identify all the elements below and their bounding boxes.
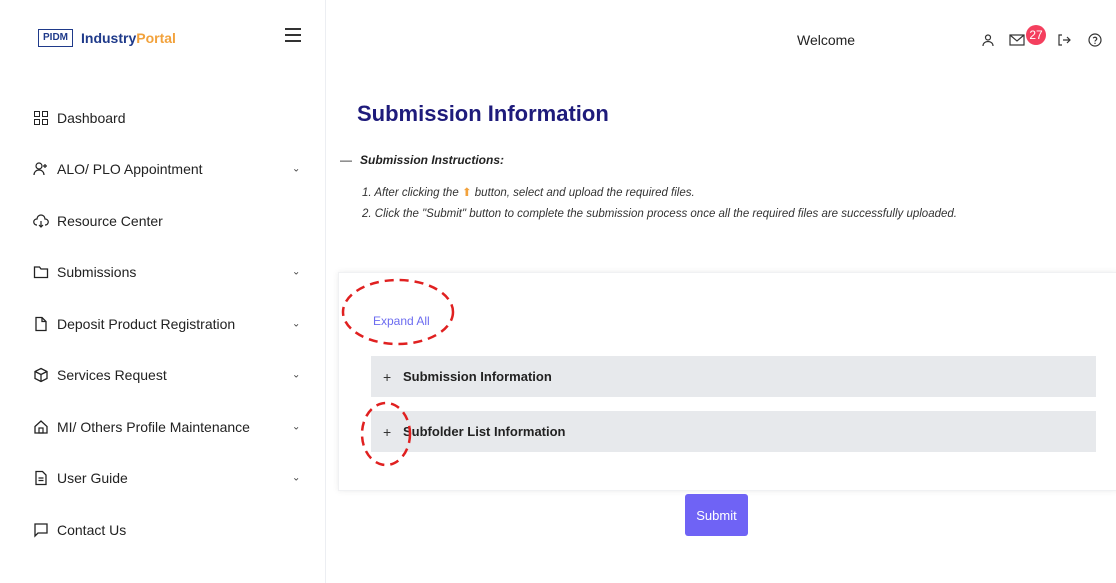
sidebar: PIDM IndustryPortal Dashboard ALO/ PLO A…: [0, 0, 326, 583]
collapse-icon[interactable]: —: [340, 153, 354, 167]
sidebar-item-submissions[interactable]: Submissions ⌄: [0, 247, 326, 299]
panel-label: Submission Information: [403, 369, 552, 384]
welcome-text: Welcome: [797, 32, 856, 48]
main-content: Submission Information — Submission Inst…: [327, 80, 1116, 583]
page-title: Submission Information: [357, 101, 609, 126]
chevron-down-icon[interactable]: ⌄: [292, 267, 300, 278]
chevron-down-icon[interactable]: ⌄: [292, 164, 300, 175]
sidebar-item-deposit-product-registration[interactable]: Deposit Product Registration ⌄: [0, 298, 326, 350]
top-header: Welcome 27: [327, 0, 1116, 80]
user-icon[interactable]: [980, 32, 996, 48]
help-icon[interactable]: [1087, 32, 1103, 48]
sidebar-item-mi-others-profile-maintenance[interactable]: MI/ Others Profile Maintenance ⌄: [0, 401, 326, 453]
logo-row: PIDM IndustryPortal: [0, 0, 326, 80]
sidebar-item-label: MI/ Others Profile Maintenance: [57, 418, 250, 435]
sidebar-item-services-request[interactable]: Services Request ⌄: [0, 350, 326, 402]
logo-text-primary: Industry: [81, 30, 137, 46]
logo-text: IndustryPortal: [81, 30, 176, 46]
sidebar-item-label: User Guide: [57, 470, 128, 487]
logo-box: PIDM: [38, 29, 73, 47]
panel-label: Subfolder List Information: [403, 424, 566, 439]
panel-subfolder-list-information[interactable]: + Subfolder List Information: [371, 411, 1096, 452]
plus-icon[interactable]: +: [383, 424, 403, 440]
message-icon: [33, 522, 49, 538]
sidebar-item-dashboard[interactable]: Dashboard: [0, 92, 326, 144]
sidebar-nav: Dashboard ALO/ PLO Appointment ⌄ Resourc…: [0, 92, 326, 556]
box-icon: [33, 367, 49, 383]
folder-icon: [33, 264, 49, 280]
sidebar-item-label: Dashboard: [57, 109, 126, 126]
instruction-1-post: button, select and upload the required f…: [474, 187, 695, 199]
file-icon: [33, 316, 49, 332]
chevron-down-icon[interactable]: ⌄: [292, 318, 300, 329]
sidebar-item-label: Deposit Product Registration: [57, 315, 236, 332]
panel-submission-information[interactable]: + Submission Information: [371, 356, 1096, 397]
cloud-download-icon: [33, 213, 49, 229]
sidebar-item-alo-plo-appointment[interactable]: ALO/ PLO Appointment ⌄: [0, 144, 326, 196]
sidebar-item-contact-us[interactable]: Contact Us: [0, 504, 326, 556]
logo-text-accent: Portal: [136, 30, 176, 46]
notification-badge: 27: [1026, 25, 1046, 45]
plus-icon[interactable]: +: [383, 369, 403, 385]
sidebar-item-label: Contact Us: [57, 521, 127, 538]
submit-button[interactable]: Submit: [685, 494, 748, 536]
sidebar-item-label: Resource Center: [57, 212, 163, 229]
chevron-down-icon[interactable]: ⌄: [292, 421, 300, 432]
dashboard-icon: [33, 110, 49, 126]
sidebar-item-label: Services Request: [57, 367, 167, 384]
instruction-1-pre: 1. After clicking the: [362, 187, 459, 199]
menu-toggle-icon[interactable]: [285, 28, 301, 44]
chevron-down-icon[interactable]: ⌄: [292, 370, 300, 381]
document-icon: [33, 470, 49, 486]
user-add-icon: [33, 161, 49, 177]
chevron-down-icon[interactable]: ⌄: [292, 473, 300, 484]
sidebar-item-label: Submissions: [57, 264, 137, 281]
submission-card: Expand All + Submission Information + Su…: [338, 272, 1116, 491]
sidebar-item-resource-center[interactable]: Resource Center: [0, 195, 326, 247]
instructions-toggle[interactable]: — Submission Instructions:: [340, 153, 504, 167]
logout-icon[interactable]: [1056, 32, 1072, 48]
sidebar-item-user-guide[interactable]: User Guide ⌄: [0, 453, 326, 505]
instruction-line-2: 2. Click the "Submit" button to complete…: [362, 208, 957, 220]
sidebar-item-label: ALO/ PLO Appointment: [57, 161, 203, 178]
upload-icon: ⬆: [461, 187, 472, 199]
instructions-heading: Submission Instructions:: [360, 153, 505, 167]
instruction-line-1: 1. After clicking the ⬆ button, select a…: [362, 185, 695, 199]
logo[interactable]: PIDM IndustryPortal: [38, 29, 176, 47]
home-icon: [33, 419, 49, 435]
expand-all-link[interactable]: Expand All: [373, 314, 430, 328]
mail-icon[interactable]: [1009, 32, 1025, 48]
